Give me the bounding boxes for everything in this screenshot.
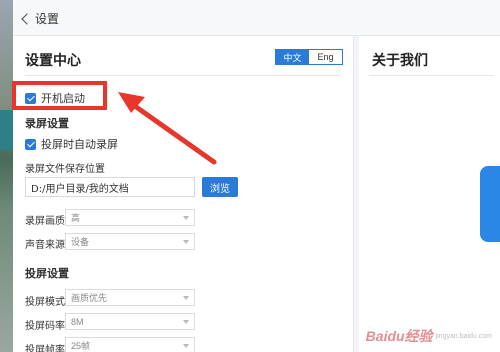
chevron-left-icon (21, 12, 33, 25)
desktop-background-accent (0, 110, 14, 150)
annotation-highlight-box (12, 81, 107, 110)
lang-option-zh[interactable]: 中文 (276, 50, 309, 64)
audio-source-label: 声音来源 (25, 240, 65, 251)
cast-fps-label: 投屏帧率 (25, 345, 65, 352)
save-path-input[interactable]: D:/用户目录/我的文档 (25, 177, 195, 197)
save-path-label: 录屏文件保存位置 (25, 164, 105, 175)
chevron-down-icon (183, 319, 189, 324)
chevron-down-icon (183, 295, 189, 300)
browse-button[interactable]: 浏览 (202, 177, 238, 197)
language-toggle: 中文 Eng (275, 49, 343, 65)
cast-bitrate-value: 8M (71, 316, 84, 327)
cast-fps-value: 25帧 (71, 341, 91, 351)
record-section-title: 录屏设置 (25, 118, 69, 130)
auto-record-checkbox[interactable] (25, 138, 36, 150)
settings-center-title: 设置中心 (25, 52, 81, 68)
about-title: 关于我们 (372, 52, 428, 68)
settings-window: 设置 设置中心 中文 Eng 开机启动 录屏设置 投屏时自动录屏 录屏文件保存位… (13, 0, 500, 352)
titlebar: 设置 (13, 0, 500, 36)
lang-option-en[interactable]: Eng (309, 50, 342, 64)
quality-select[interactable]: 高 (65, 209, 195, 226)
quality-value: 高 (71, 213, 81, 223)
cast-fps-select[interactable]: 25帧 (65, 337, 195, 352)
section-divider (25, 75, 341, 76)
cast-mode-label: 投屏模式 (25, 297, 65, 308)
floating-blue-tab[interactable] (480, 166, 500, 242)
chevron-down-icon (183, 343, 189, 348)
audio-source-value: 设备 (71, 237, 90, 247)
cast-mode-select[interactable]: 画质优先 (65, 289, 195, 306)
desktop-background (0, 0, 14, 352)
back-button[interactable]: 设置 (21, 9, 60, 27)
auto-record-checkbox-row[interactable]: 投屏时自动录屏 (25, 136, 118, 152)
cast-bitrate-select[interactable]: 8M (65, 313, 195, 330)
cast-mode-value: 画质优先 (71, 293, 108, 303)
cast-bitrate-label: 投屏码率 (25, 321, 65, 332)
audio-source-select[interactable]: 设备 (65, 233, 195, 250)
quality-label: 录屏画质 (25, 216, 65, 227)
back-label: 设置 (35, 11, 60, 26)
about-panel: 关于我们 (359, 36, 500, 352)
about-divider (369, 75, 494, 76)
baidu-watermark: Baidu经验 jingyan.baidu.com (366, 326, 492, 346)
cast-section-title: 投屏设置 (25, 268, 69, 280)
auto-record-label: 投屏时自动录屏 (41, 139, 118, 151)
watermark-url: jingyan.baidu.com (435, 332, 492, 340)
chevron-down-icon (183, 239, 189, 244)
chevron-down-icon (183, 215, 189, 220)
watermark-brand: Baidu经验 (365, 328, 433, 344)
